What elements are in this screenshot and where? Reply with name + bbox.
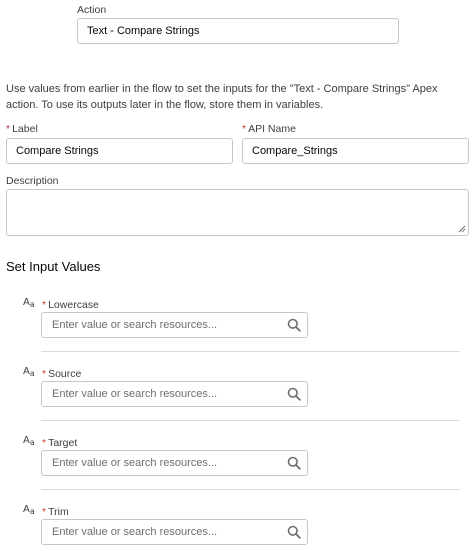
resource-search-input[interactable]: Enter value or search resources... <box>41 450 308 476</box>
text-type-icon: Aa <box>23 366 35 378</box>
set-input-values-title: Set Input Values <box>6 259 101 274</box>
placeholder-text: Enter value or search resources... <box>52 319 218 331</box>
required-marker: * <box>242 123 247 135</box>
resource-search-input[interactable]: Enter value or search resources... <box>41 312 308 338</box>
resource-search-input[interactable]: Enter value or search resources... <box>41 381 308 407</box>
resize-handle-icon[interactable] <box>458 225 466 233</box>
resource-search-input[interactable]: Enter value or search resources... <box>41 519 308 545</box>
divider <box>41 351 460 352</box>
api-name-field-label: * API Name <box>242 123 296 135</box>
search-icon[interactable] <box>287 387 301 401</box>
description-label: Description <box>6 175 59 187</box>
input-param-target: Aa * Target Enter value or search resources… <box>0 435 474 504</box>
placeholder-text: Enter value or search resources... <box>52 388 218 400</box>
action-field[interactable]: Text - Compare Strings <box>77 18 399 44</box>
required-marker: * <box>42 506 47 518</box>
placeholder-text: Enter value or search resources... <box>52 457 218 469</box>
text-type-icon: Aa <box>23 297 35 309</box>
input-param-lowercase: Aa * Lowercase Enter value or search resour… <box>0 297 474 366</box>
param-label: * Trim <box>42 506 69 518</box>
text-type-icon: Aa <box>23 504 35 516</box>
search-icon[interactable] <box>287 525 301 539</box>
action-label: Action <box>77 4 107 16</box>
input-param-trim: Aa * Trim Enter value or search resources..… <box>0 504 474 551</box>
param-label: * Target <box>42 437 78 449</box>
api-name-input[interactable]: Compare_Strings <box>242 138 469 164</box>
text-type-icon: Aa <box>23 435 35 447</box>
input-param-source: Aa * Source Enter value or search resources… <box>0 366 474 435</box>
search-icon[interactable] <box>287 318 301 332</box>
label-input[interactable]: Compare Strings <box>6 138 233 164</box>
required-marker: * <box>42 437 47 449</box>
divider <box>41 420 460 421</box>
label-field-label: * Label <box>6 123 38 135</box>
divider <box>41 489 460 490</box>
param-label: * Source <box>42 368 82 380</box>
placeholder-text: Enter value or search resources... <box>52 526 218 538</box>
help-text: Use values from earlier in the flow to s… <box>6 83 438 111</box>
required-marker: * <box>42 299 47 311</box>
required-marker: * <box>42 368 47 380</box>
param-label: * Lowercase <box>42 299 99 311</box>
required-marker: * <box>6 123 11 135</box>
search-icon[interactable] <box>287 456 301 470</box>
description-textarea[interactable] <box>6 189 469 236</box>
